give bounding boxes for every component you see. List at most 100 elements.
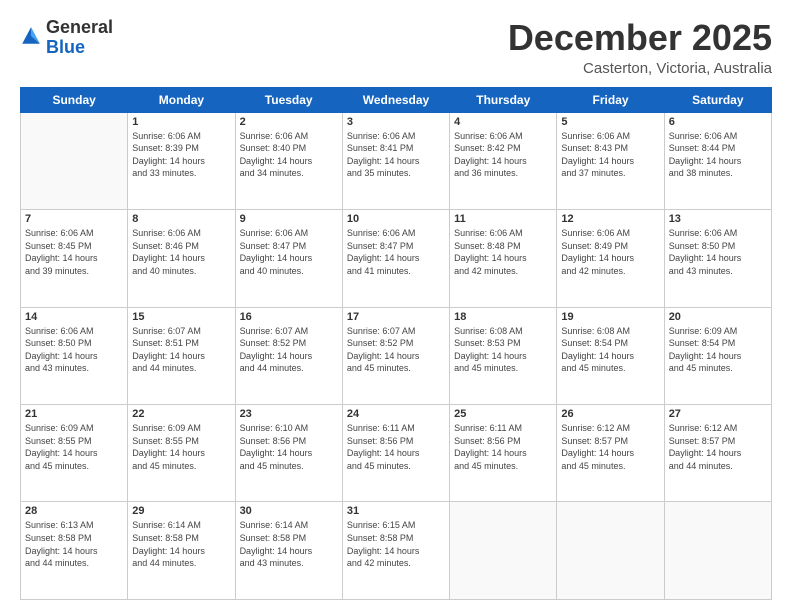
table-row: 11 Sunrise: 6:06 AM Sunset: 8:48 PM Dayli… bbox=[450, 210, 557, 307]
calendar-week-row: 21 Sunrise: 6:09 AM Sunset: 8:55 PM Dayli… bbox=[21, 405, 772, 502]
table-row: 24Sunrise: 6:11 AM Sunset: 8:56 PM Dayli… bbox=[342, 405, 449, 502]
table-row: 5 Sunrise: 6:06 AM Sunset: 8:43 PM Daylig… bbox=[557, 112, 664, 209]
day-info: Sunrise: 6:06 AM Sunset: 8:47 PM Dayligh… bbox=[240, 227, 338, 277]
header-sunday: Sunday bbox=[21, 87, 128, 112]
table-row: 25 Sunrise: 6:11 AM Sunset: 8:56 PM Dayli… bbox=[450, 405, 557, 502]
table-row bbox=[557, 502, 664, 600]
table-row: 12Sunrise: 6:06 AM Sunset: 8:49 PM Dayli… bbox=[557, 210, 664, 307]
day-info: Sunrise: 6:11 AM Sunset: 8:56 PM Dayligh… bbox=[454, 422, 552, 472]
table-row: 19 Sunrise: 6:08 AM Sunset: 8:54 PM Dayli… bbox=[557, 307, 664, 404]
day-number: 17 bbox=[347, 311, 445, 323]
table-row: 9 Sunrise: 6:06 AM Sunset: 8:47 PM Daylig… bbox=[235, 210, 342, 307]
table-row: 28Sunrise: 6:13 AM Sunset: 8:58 PM Dayli… bbox=[21, 502, 128, 600]
table-row bbox=[664, 502, 771, 600]
day-number: 8 bbox=[132, 213, 230, 225]
table-row: 21 Sunrise: 6:09 AM Sunset: 8:55 PM Dayli… bbox=[21, 405, 128, 502]
header-tuesday: Tuesday bbox=[235, 87, 342, 112]
day-info: Sunrise: 6:08 AM Sunset: 8:53 PM Dayligh… bbox=[454, 325, 552, 375]
day-number: 22 bbox=[132, 408, 230, 420]
table-row: 18Sunrise: 6:08 AM Sunset: 8:53 PM Dayli… bbox=[450, 307, 557, 404]
table-row: 17 Sunrise: 6:07 AM Sunset: 8:52 PM Dayli… bbox=[342, 307, 449, 404]
day-number: 27 bbox=[669, 408, 767, 420]
logo-icon bbox=[20, 25, 42, 47]
calendar-week-row: 7 Sunrise: 6:06 AM Sunset: 8:45 PM Daylig… bbox=[21, 210, 772, 307]
day-number: 31 bbox=[347, 505, 445, 517]
day-info: Sunrise: 6:10 AM Sunset: 8:56 PM Dayligh… bbox=[240, 422, 338, 472]
table-row: 1Sunrise: 6:06 AM Sunset: 8:39 PM Daylig… bbox=[128, 112, 235, 209]
day-info: Sunrise: 6:06 AM Sunset: 8:47 PM Dayligh… bbox=[347, 227, 445, 277]
day-number: 11 bbox=[454, 213, 552, 225]
calendar-week-row: 28Sunrise: 6:13 AM Sunset: 8:58 PM Dayli… bbox=[21, 502, 772, 600]
day-info: Sunrise: 6:12 AM Sunset: 8:57 PM Dayligh… bbox=[669, 422, 767, 472]
day-info: Sunrise: 6:09 AM Sunset: 8:55 PM Dayligh… bbox=[132, 422, 230, 472]
day-number: 7 bbox=[25, 213, 123, 225]
day-number: 12 bbox=[561, 213, 659, 225]
day-number: 5 bbox=[561, 116, 659, 128]
table-row: 15Sunrise: 6:07 AM Sunset: 8:51 PM Dayli… bbox=[128, 307, 235, 404]
day-number: 4 bbox=[454, 116, 552, 128]
day-number: 20 bbox=[669, 311, 767, 323]
day-info: Sunrise: 6:06 AM Sunset: 8:41 PM Dayligh… bbox=[347, 130, 445, 180]
logo-blue: Blue bbox=[46, 37, 85, 57]
day-info: Sunrise: 6:07 AM Sunset: 8:52 PM Dayligh… bbox=[347, 325, 445, 375]
day-number: 19 bbox=[561, 311, 659, 323]
logo-general: General bbox=[46, 17, 113, 37]
day-number: 3 bbox=[347, 116, 445, 128]
day-number: 23 bbox=[240, 408, 338, 420]
table-row: 23 Sunrise: 6:10 AM Sunset: 8:56 PM Dayli… bbox=[235, 405, 342, 502]
header-thursday: Thursday bbox=[450, 87, 557, 112]
table-row: 4Sunrise: 6:06 AM Sunset: 8:42 PM Daylig… bbox=[450, 112, 557, 209]
table-row bbox=[450, 502, 557, 600]
day-info: Sunrise: 6:15 AM Sunset: 8:58 PM Dayligh… bbox=[347, 519, 445, 569]
day-info: Sunrise: 6:09 AM Sunset: 8:55 PM Dayligh… bbox=[25, 422, 123, 472]
day-info: Sunrise: 6:06 AM Sunset: 8:46 PM Dayligh… bbox=[132, 227, 230, 277]
table-row: 7 Sunrise: 6:06 AM Sunset: 8:45 PM Daylig… bbox=[21, 210, 128, 307]
day-number: 21 bbox=[25, 408, 123, 420]
table-row: 16Sunrise: 6:07 AM Sunset: 8:52 PM Dayli… bbox=[235, 307, 342, 404]
logo: General Blue bbox=[20, 18, 113, 58]
day-info: Sunrise: 6:06 AM Sunset: 8:48 PM Dayligh… bbox=[454, 227, 552, 277]
location-subtitle: Casterton, Victoria, Australia bbox=[508, 60, 772, 77]
day-info: Sunrise: 6:06 AM Sunset: 8:45 PM Dayligh… bbox=[25, 227, 123, 277]
weekday-header-row: Sunday Monday Tuesday Wednesday Thursday… bbox=[21, 87, 772, 112]
table-row: 3 Sunrise: 6:06 AM Sunset: 8:41 PM Daylig… bbox=[342, 112, 449, 209]
logo-text: General Blue bbox=[46, 18, 113, 58]
header-friday: Friday bbox=[557, 87, 664, 112]
day-number: 14 bbox=[25, 311, 123, 323]
day-info: Sunrise: 6:14 AM Sunset: 8:58 PM Dayligh… bbox=[240, 519, 338, 569]
day-number: 28 bbox=[25, 505, 123, 517]
table-row: 30Sunrise: 6:14 AM Sunset: 8:58 PM Dayli… bbox=[235, 502, 342, 600]
day-info: Sunrise: 6:14 AM Sunset: 8:58 PM Dayligh… bbox=[132, 519, 230, 569]
day-number: 13 bbox=[669, 213, 767, 225]
day-info: Sunrise: 6:06 AM Sunset: 8:44 PM Dayligh… bbox=[669, 130, 767, 180]
page: General Blue December 2025 Casterton, Vi… bbox=[0, 0, 792, 612]
table-row: 20Sunrise: 6:09 AM Sunset: 8:54 PM Dayli… bbox=[664, 307, 771, 404]
day-number: 9 bbox=[240, 213, 338, 225]
header-wednesday: Wednesday bbox=[342, 87, 449, 112]
day-info: Sunrise: 6:11 AM Sunset: 8:56 PM Dayligh… bbox=[347, 422, 445, 472]
header: General Blue December 2025 Casterton, Vi… bbox=[20, 18, 772, 77]
day-number: 29 bbox=[132, 505, 230, 517]
day-number: 26 bbox=[561, 408, 659, 420]
table-row: 27 Sunrise: 6:12 AM Sunset: 8:57 PM Dayli… bbox=[664, 405, 771, 502]
day-number: 2 bbox=[240, 116, 338, 128]
day-info: Sunrise: 6:07 AM Sunset: 8:51 PM Dayligh… bbox=[132, 325, 230, 375]
day-info: Sunrise: 6:12 AM Sunset: 8:57 PM Dayligh… bbox=[561, 422, 659, 472]
calendar-week-row: 14Sunrise: 6:06 AM Sunset: 8:50 PM Dayli… bbox=[21, 307, 772, 404]
table-row bbox=[21, 112, 128, 209]
calendar-week-row: 1Sunrise: 6:06 AM Sunset: 8:39 PM Daylig… bbox=[21, 112, 772, 209]
table-row: 26 Sunrise: 6:12 AM Sunset: 8:57 PM Dayli… bbox=[557, 405, 664, 502]
table-row: 31 Sunrise: 6:15 AM Sunset: 8:58 PM Dayli… bbox=[342, 502, 449, 600]
header-saturday: Saturday bbox=[664, 87, 771, 112]
day-number: 25 bbox=[454, 408, 552, 420]
day-number: 6 bbox=[669, 116, 767, 128]
table-row: 6 Sunrise: 6:06 AM Sunset: 8:44 PM Daylig… bbox=[664, 112, 771, 209]
day-info: Sunrise: 6:08 AM Sunset: 8:54 PM Dayligh… bbox=[561, 325, 659, 375]
table-row: 2 Sunrise: 6:06 AM Sunset: 8:40 PM Daylig… bbox=[235, 112, 342, 209]
table-row: 10Sunrise: 6:06 AM Sunset: 8:47 PM Dayli… bbox=[342, 210, 449, 307]
day-info: Sunrise: 6:06 AM Sunset: 8:40 PM Dayligh… bbox=[240, 130, 338, 180]
day-info: Sunrise: 6:06 AM Sunset: 8:39 PM Dayligh… bbox=[132, 130, 230, 180]
day-info: Sunrise: 6:06 AM Sunset: 8:43 PM Dayligh… bbox=[561, 130, 659, 180]
table-row: 29 Sunrise: 6:14 AM Sunset: 8:58 PM Dayli… bbox=[128, 502, 235, 600]
day-info: Sunrise: 6:07 AM Sunset: 8:52 PM Dayligh… bbox=[240, 325, 338, 375]
